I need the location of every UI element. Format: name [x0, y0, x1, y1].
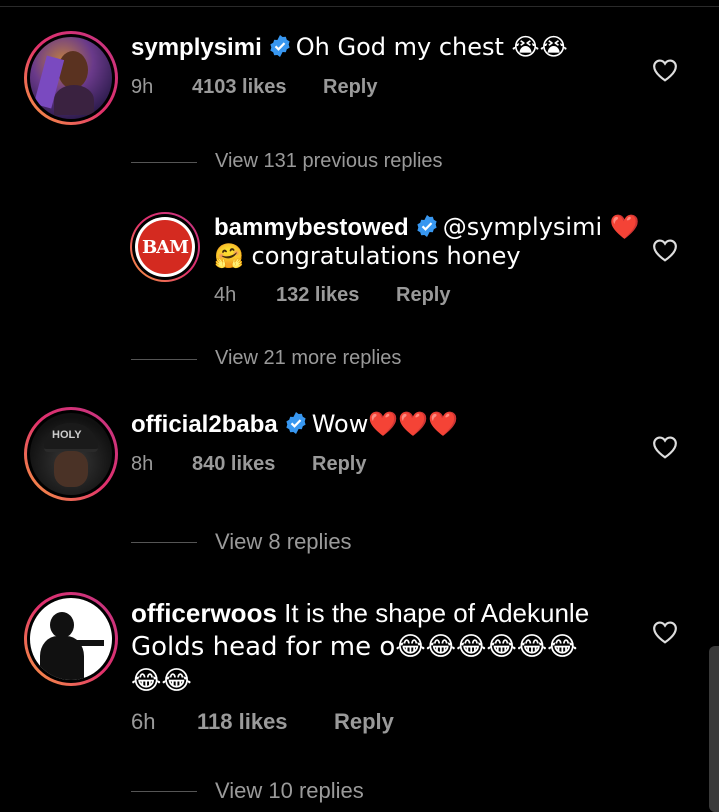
avatar-symplysimi[interactable]	[24, 31, 118, 125]
likes-count[interactable]: 4103 likes	[192, 76, 287, 99]
scrollbar[interactable]	[709, 646, 719, 812]
verified-badge-icon	[270, 35, 290, 57]
like-heart-icon[interactable]	[652, 58, 678, 82]
reply-button[interactable]: Reply	[323, 76, 377, 99]
verified-badge-icon	[417, 215, 437, 237]
avatar-text: HOLY	[52, 429, 82, 441]
avatar-official2baba[interactable]: HOLY	[24, 407, 118, 501]
likes-count[interactable]: 118 likes	[197, 709, 288, 735]
reply-button[interactable]: Reply	[312, 453, 366, 476]
reply-button[interactable]: Reply	[396, 284, 450, 307]
like-heart-icon[interactable]	[652, 435, 678, 459]
like-heart-icon[interactable]	[652, 238, 678, 262]
comment-text-line2: Golds head for me o😂😂😂😂😂😂	[131, 632, 578, 662]
likes-count[interactable]: 132 likes	[276, 284, 359, 307]
timestamp: 6h	[131, 709, 156, 734]
username-officerwoos[interactable]: officerwoos	[131, 598, 277, 628]
avatar-text: BAM	[141, 236, 189, 258]
comment-text-symplysimi: symplysimi Oh God my chest 😭😭	[131, 33, 568, 61]
timestamp: 8h	[131, 453, 154, 475]
reply-button[interactable]: Reply	[334, 709, 394, 735]
likes-count[interactable]: 840 likes	[192, 453, 275, 476]
username-symplysimi[interactable]: symplysimi	[131, 34, 262, 61]
timestamp: 9h	[131, 76, 154, 98]
comment-text-line3: 😂😂	[131, 666, 192, 696]
verified-badge-icon	[286, 412, 306, 434]
comment-text-officerwoos: officerwoos It is the shape of Adekunle	[131, 598, 590, 628]
avatar-officerwoos[interactable]	[24, 592, 118, 686]
comment-text-line2: 🤗 congratulations honey	[214, 242, 521, 270]
username-bammybestowed[interactable]: bammybestowed	[214, 214, 409, 241]
comment-text-official2baba: official2baba Wow❤️❤️❤️	[131, 410, 459, 438]
top-divider	[0, 6, 719, 7]
avatar-bammybestowed[interactable]: BAM	[130, 212, 200, 282]
timestamp: 4h	[214, 284, 237, 306]
username-official2baba[interactable]: official2baba	[131, 411, 278, 438]
like-heart-icon[interactable]	[652, 620, 678, 644]
